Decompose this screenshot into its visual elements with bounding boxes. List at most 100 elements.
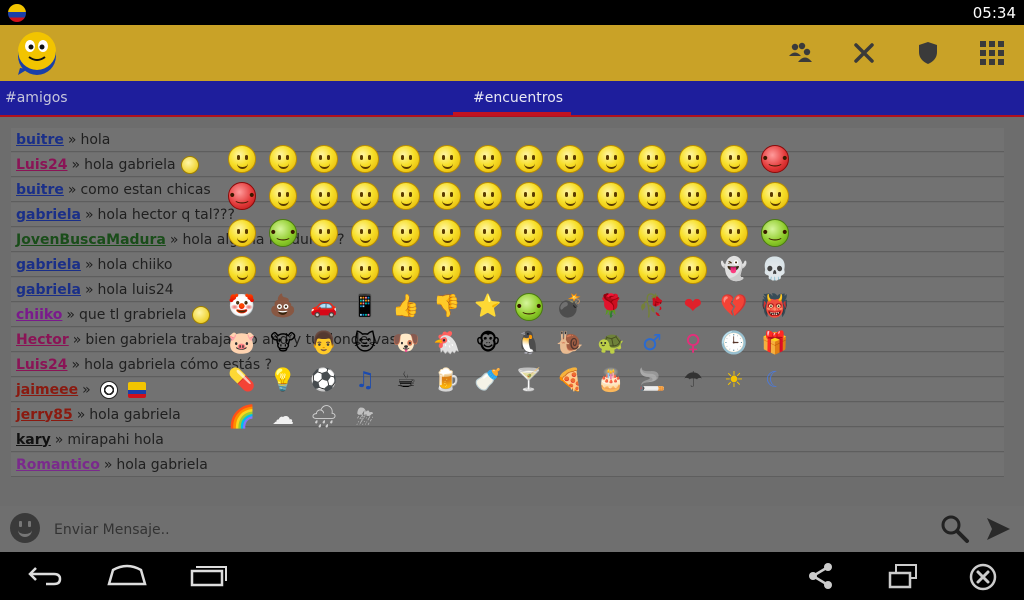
- emoji-face-icon[interactable]: [556, 219, 584, 247]
- emoji-face-icon[interactable]: [556, 145, 584, 173]
- emoji-face-icon[interactable]: [228, 256, 256, 284]
- emoji-gift-icon[interactable]: 🎁: [761, 330, 789, 358]
- emoji-face-icon[interactable]: [556, 256, 584, 284]
- grid-icon[interactable]: [978, 39, 1006, 67]
- emoji-cat-icon[interactable]: 🐱: [351, 330, 379, 358]
- emoji-face-icon[interactable]: [351, 219, 379, 247]
- emoji-face-icon[interactable]: [433, 256, 461, 284]
- emoji-face-icon[interactable]: [679, 256, 707, 284]
- emoji-bottle-icon[interactable]: 🍼: [474, 367, 502, 395]
- emoji-poop-icon[interactable]: 💩: [269, 293, 297, 321]
- emoji-male-icon[interactable]: ♂: [638, 330, 666, 358]
- emoji-skull-icon[interactable]: 💀: [761, 256, 789, 284]
- emoji-clown-icon[interactable]: 🤡: [228, 293, 256, 321]
- emoji-sun-icon[interactable]: ☀: [720, 367, 748, 395]
- emoji-soccer-ball-icon[interactable]: ⚽: [310, 367, 338, 395]
- message-input[interactable]: [52, 516, 916, 544]
- chat-nick-link[interactable]: buitre: [16, 132, 64, 148]
- emoji-cloud-icon[interactable]: ☁: [269, 404, 297, 432]
- emoji-face-icon[interactable]: [269, 256, 297, 284]
- emoji-face-icon[interactable]: [679, 219, 707, 247]
- emoji-bomb-icon[interactable]: 💣: [556, 293, 584, 321]
- recent-apps-icon[interactable]: [188, 562, 232, 590]
- chat-nick-link[interactable]: gabriela: [16, 207, 81, 223]
- emoji-cigarette-icon[interactable]: 🚬: [638, 367, 666, 395]
- emoji-face-icon[interactable]: [720, 145, 748, 173]
- emoji-face-icon[interactable]: [597, 256, 625, 284]
- emoji-face-icon[interactable]: [474, 145, 502, 173]
- emoji-face-icon[interactable]: [597, 145, 625, 173]
- emoji-face-icon[interactable]: [433, 145, 461, 173]
- emoji-face-icon[interactable]: [638, 145, 666, 173]
- emoji-storm-cloud-icon[interactable]: ⛈: [351, 404, 379, 432]
- chat-nick-link[interactable]: chiiko: [16, 307, 62, 323]
- emoji-face-icon[interactable]: [310, 256, 338, 284]
- emoji-face-icon[interactable]: [515, 145, 543, 173]
- chat-nick-link[interactable]: JovenBuscaMadura: [16, 232, 166, 248]
- emoji-face-icon[interactable]: [474, 219, 502, 247]
- emoji-face-icon[interactable]: [515, 256, 543, 284]
- emoji-thumbs-up-icon[interactable]: 👍: [392, 293, 420, 321]
- emoji-face-icon[interactable]: [310, 182, 338, 210]
- emoji-chef-icon[interactable]: 👨: [310, 330, 338, 358]
- emoji-star-icon[interactable]: ⭐: [474, 293, 502, 321]
- emoji-face-icon[interactable]: [310, 219, 338, 247]
- emoji-face-icon[interactable]: [679, 145, 707, 173]
- emoji-female-icon[interactable]: ♀: [679, 330, 707, 358]
- shield-icon[interactable]: [914, 39, 942, 67]
- emoji-chicken-icon[interactable]: 🐔: [433, 330, 461, 358]
- chat-nick-link[interactable]: kary: [16, 432, 51, 448]
- emoji-monkey-icon[interactable]: 🐵: [474, 330, 502, 358]
- back-icon[interactable]: [26, 562, 70, 590]
- emoji-red-icon[interactable]: •‿•: [228, 182, 256, 210]
- emoji-face-icon[interactable]: [515, 182, 543, 210]
- chat-nick-link[interactable]: Hector: [16, 332, 69, 348]
- emoji-face-icon[interactable]: [392, 256, 420, 284]
- emoji-face-icon[interactable]: [679, 182, 707, 210]
- emoji-face-icon[interactable]: [433, 182, 461, 210]
- emoji-face-icon[interactable]: [392, 145, 420, 173]
- emoji-face-icon[interactable]: [474, 256, 502, 284]
- emoji-face-icon[interactable]: [638, 256, 666, 284]
- emoji-face-icon[interactable]: [515, 219, 543, 247]
- emoji-green-face-icon[interactable]: •‿•: [515, 293, 543, 321]
- emoji-penguin-icon[interactable]: 🐧: [515, 330, 543, 358]
- emoji-rainbow-icon[interactable]: 🌈: [228, 404, 256, 432]
- emoji-face-icon[interactable]: [269, 182, 297, 210]
- emoji-face-icon[interactable]: [433, 219, 461, 247]
- emoji-lightbulb-icon[interactable]: 💡: [269, 367, 297, 395]
- emoji-pizza-icon[interactable]: 🍕: [556, 367, 584, 395]
- chat-nick-link[interactable]: jerry85: [16, 407, 73, 423]
- search-icon[interactable]: [940, 514, 970, 544]
- emoji-face-icon[interactable]: [474, 182, 502, 210]
- emoji-cow-icon[interactable]: 🐮: [269, 330, 297, 358]
- emoji-face-icon[interactable]: [351, 256, 379, 284]
- emoji-face-icon[interactable]: [638, 219, 666, 247]
- emoji-face-icon[interactable]: [269, 145, 297, 173]
- chat-nick-link[interactable]: jaimeee: [16, 382, 78, 398]
- emoji-green-icon[interactable]: •‿•: [761, 219, 789, 247]
- emoji-pill-icon[interactable]: 💊: [228, 367, 256, 395]
- window-icon[interactable]: [886, 562, 930, 590]
- chat-nick-link[interactable]: Luis24: [16, 357, 68, 373]
- emoji-cocktail-icon[interactable]: 🍸: [515, 367, 543, 395]
- send-icon[interactable]: [984, 515, 1012, 543]
- emoji-turtle-icon[interactable]: 🐢: [597, 330, 625, 358]
- emoji-phone-icon[interactable]: 📱: [351, 293, 379, 321]
- emoji-beer-icon[interactable]: 🍺: [433, 367, 461, 395]
- emoji-car-icon[interactable]: 🚗: [310, 293, 338, 321]
- emoji-snail-icon[interactable]: 🐌: [556, 330, 584, 358]
- emoji-face-icon[interactable]: [556, 182, 584, 210]
- emoji-face-icon[interactable]: [720, 182, 748, 210]
- emoji-broken-heart-icon[interactable]: 💔: [720, 293, 748, 321]
- people-icon[interactable]: [786, 39, 814, 67]
- emoji-dog-icon[interactable]: 🐶: [392, 330, 420, 358]
- emoji-green-icon[interactable]: •‿•: [269, 219, 297, 247]
- emoji-face-icon[interactable]: [392, 182, 420, 210]
- emoji-wilted-rose-icon[interactable]: 🥀: [638, 293, 666, 321]
- emoji-rose-icon[interactable]: 🌹: [597, 293, 625, 321]
- chat-nick-link[interactable]: Romantico: [16, 457, 100, 473]
- emoji-face-icon[interactable]: [597, 219, 625, 247]
- close-icon[interactable]: [850, 39, 878, 67]
- tab-amigos[interactable]: #amigos: [5, 90, 68, 106]
